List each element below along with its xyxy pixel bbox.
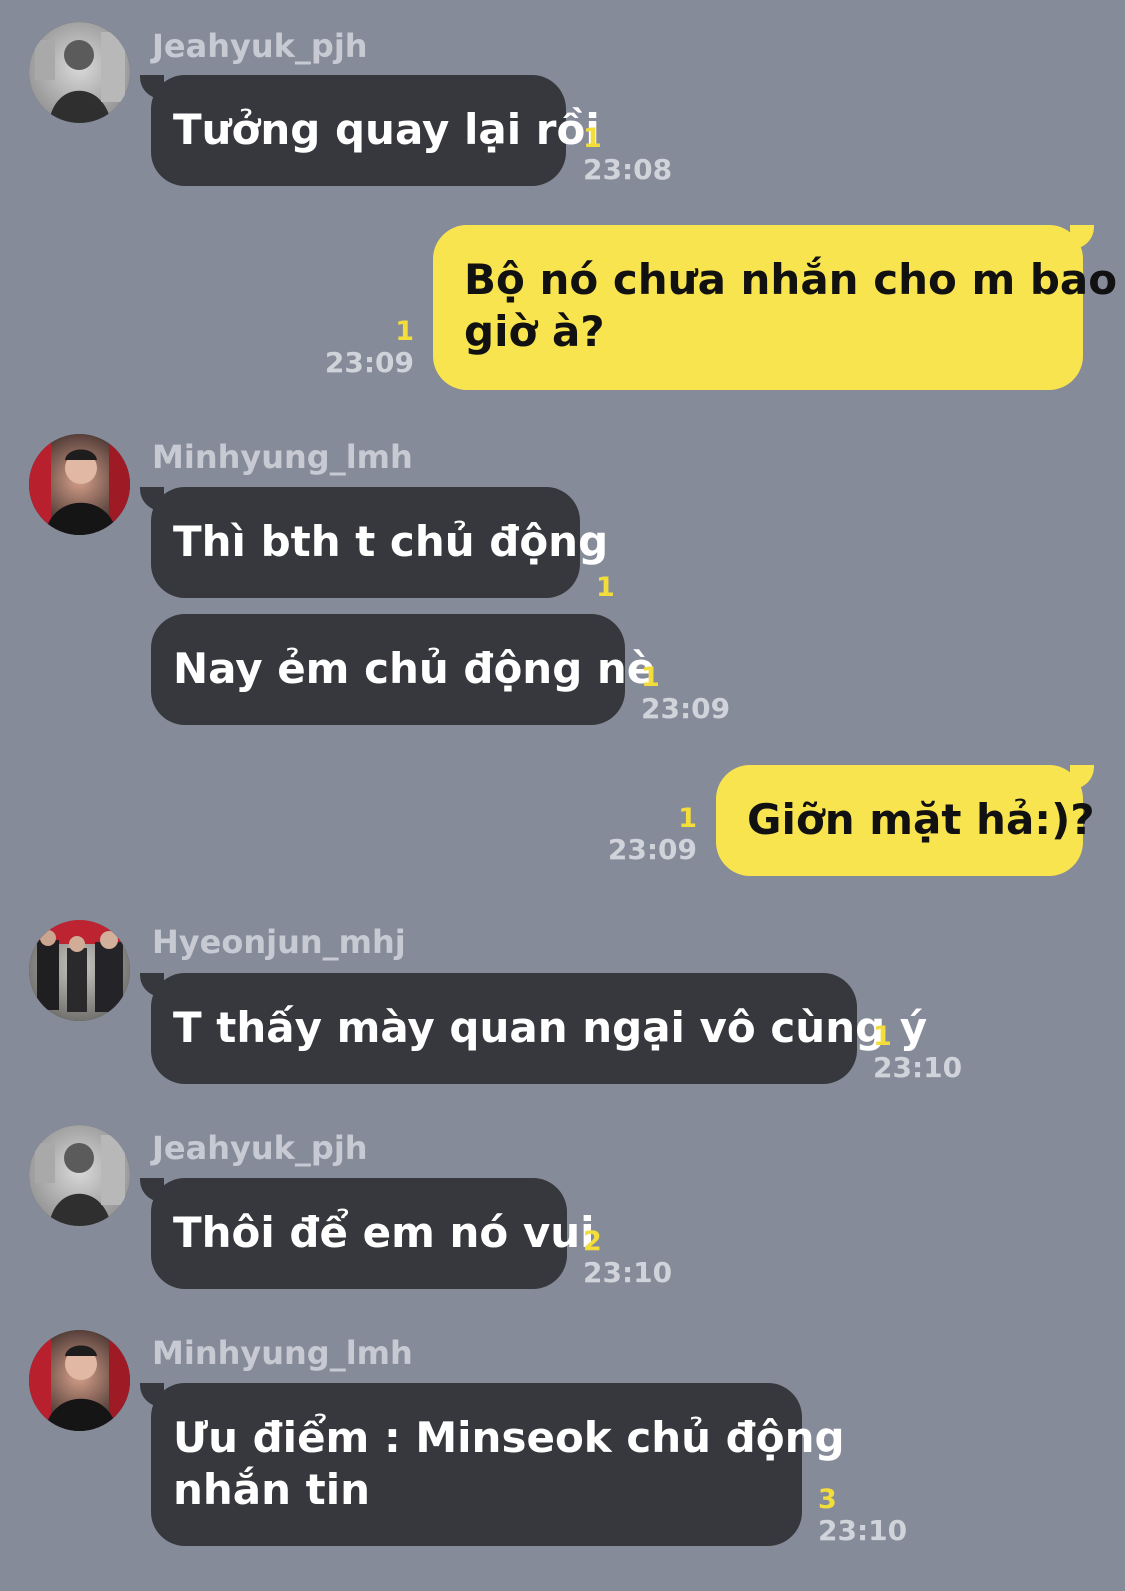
avatar[interactable]: [29, 920, 130, 1021]
message-text: Nay ẻm chủ động nè: [173, 644, 656, 693]
unread-count: 1: [583, 123, 602, 154]
timestamp: 23:09: [324, 346, 414, 379]
message-text: Ưu điểm : Minseok chủ động: [173, 1413, 845, 1462]
avatar[interactable]: [29, 434, 130, 535]
avatar-hyeonjun-photo: [29, 920, 130, 1021]
message-meta: 1 23:08: [583, 124, 672, 187]
message-bubble[interactable]: Ưu điểm : Minseok chủ động nhắn tin: [140, 1383, 845, 1546]
unread-count: 1: [596, 572, 615, 603]
message-text: T thấy mày quan ngại vô cùng ý: [173, 1003, 928, 1052]
message-text: Bộ nó chưa nhắn cho m bao: [464, 255, 1118, 304]
message-bubble[interactable]: T thấy mày quan ngại vô cùng ý: [140, 973, 927, 1084]
unread-count: 1: [678, 803, 697, 834]
message-text: Thôi để em nó vui: [173, 1208, 595, 1257]
unread-count: 1: [641, 662, 660, 693]
timestamp: 23:10: [818, 1514, 908, 1547]
message-text: Tưởng quay lại rồi: [173, 105, 600, 154]
message-bubble[interactable]: Tưởng quay lại rồi: [140, 75, 600, 186]
message-text: Giỡn mặt hả:)?: [747, 795, 1095, 844]
message-meta: 2 23:10: [583, 1227, 672, 1290]
sender-name: Minhyung_lmh: [152, 1334, 413, 1372]
chat-thread: Jeahyuk_pjh Tưởng quay lại rồi 1 23:08 1…: [0, 0, 1125, 1591]
message-bubble[interactable]: Thì bth t chủ động: [140, 487, 608, 598]
sender-name: Minhyung_lmh: [152, 438, 413, 476]
avatar[interactable]: [29, 22, 130, 123]
sender-name: Jeahyuk_pjh: [152, 27, 368, 65]
message-meta: 1 23:09: [608, 804, 697, 867]
message-bubble-outgoing[interactable]: Bộ nó chưa nhắn cho m bao giờ à?: [433, 225, 1118, 390]
timestamp: 23:09: [607, 833, 697, 866]
avatar[interactable]: [29, 1330, 130, 1431]
message-text: giờ à?: [464, 307, 605, 356]
avatar[interactable]: [29, 1125, 130, 1226]
message-meta: 1 23:09: [325, 317, 414, 380]
message-meta: 1 23:09: [641, 663, 730, 726]
message-text: nhắn tin: [173, 1465, 371, 1514]
unread-count: 2: [583, 1226, 602, 1257]
sender-name: Jeahyuk_pjh: [152, 1129, 368, 1167]
sender-name: Hyeonjun_mhj: [152, 923, 406, 961]
message-meta: 3 23:10: [818, 1485, 907, 1548]
timestamp: 23:10: [873, 1051, 963, 1084]
message-text: Thì bth t chủ động: [173, 517, 609, 566]
timestamp: 23:08: [583, 153, 673, 186]
message-bubble-outgoing[interactable]: Giỡn mặt hả:)?: [716, 765, 1095, 876]
unread-count: 1: [873, 1021, 892, 1052]
avatar-jeahyuk-photo: [29, 22, 130, 123]
message-bubble[interactable]: Thôi để em nó vui: [140, 1178, 595, 1289]
avatar-minhyung-photo: [29, 434, 130, 535]
timestamp: 23:10: [583, 1256, 673, 1289]
unread-count: 1: [395, 316, 414, 347]
unread-count: 3: [818, 1484, 837, 1515]
message-meta: 1: [596, 573, 615, 602]
timestamp: 23:09: [641, 692, 731, 725]
avatar-minhyung-photo: [29, 1330, 130, 1431]
avatar-jeahyuk-photo: [29, 1125, 130, 1226]
message-meta: 1 23:10: [873, 1022, 962, 1085]
message-bubble[interactable]: Nay ẻm chủ động nè: [151, 614, 655, 725]
